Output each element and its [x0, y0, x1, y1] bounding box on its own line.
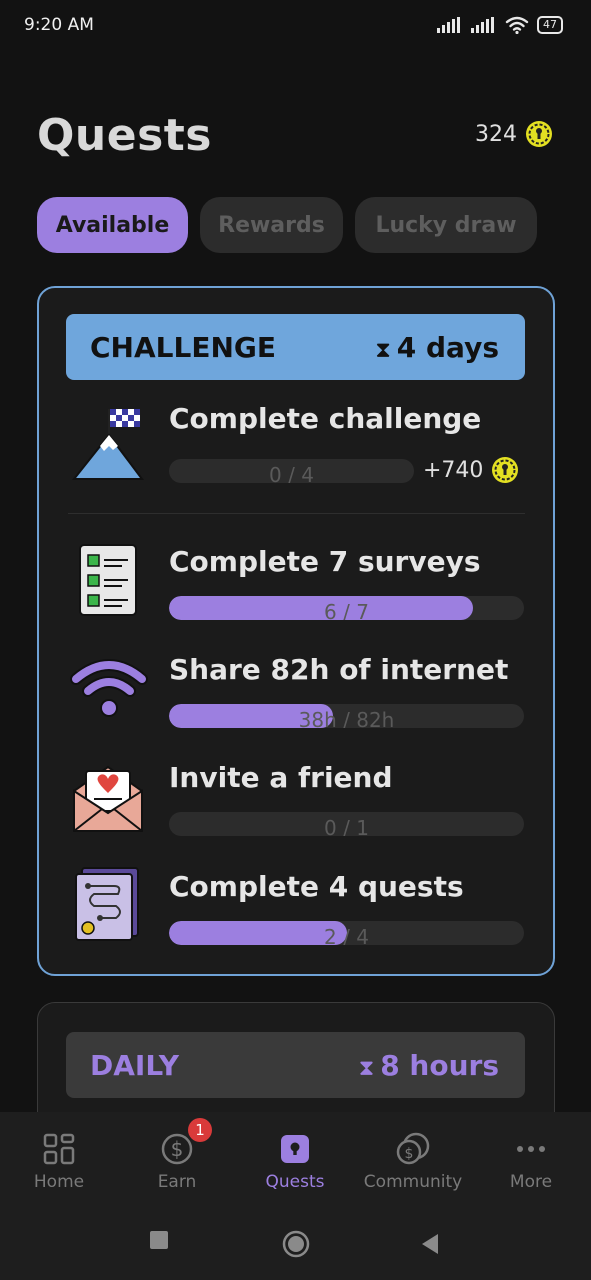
quests-icon	[281, 1135, 309, 1163]
quest-progress-bar: 38h / 82h	[169, 704, 524, 728]
notification-badge: 1	[188, 1118, 212, 1142]
home-grid-icon	[43, 1133, 75, 1165]
progress-label: 0 / 4	[269, 463, 314, 483]
coin-icon	[525, 120, 553, 148]
challenge-timer: ⧗ 4 days	[375, 331, 499, 364]
svg-text:$: $	[171, 1137, 184, 1161]
nav-label: More	[509, 1172, 553, 1192]
nav-label: Home	[33, 1172, 85, 1192]
more-icon	[517, 1146, 545, 1152]
map-book-icon	[75, 867, 139, 941]
tab-available[interactable]: Available	[37, 197, 188, 253]
daily-time-left: 8 hours	[380, 1048, 499, 1082]
wifi-status-icon	[505, 16, 529, 34]
dollar-icon: $	[161, 1133, 193, 1165]
quest-progress-bar: 0 / 1	[169, 812, 524, 836]
status-time: 9:20 AM	[24, 15, 94, 35]
recents-button[interactable]	[149, 1230, 169, 1250]
nav-home[interactable]: Home	[0, 1130, 118, 1192]
nav-more[interactable]: More	[472, 1130, 590, 1192]
coin-balance-value: 324	[475, 121, 517, 147]
nav-label: Quests	[265, 1172, 325, 1192]
nav-quests[interactable]: Quests	[236, 1130, 354, 1192]
battery-icon: 47	[537, 16, 563, 34]
tab-lucky-draw[interactable]: Lucky draw	[355, 197, 537, 253]
community-icon: $	[396, 1132, 430, 1165]
challenge-time-left: 4 days	[396, 330, 499, 364]
quest-progress-bar: 2 / 4	[169, 921, 524, 945]
challenge-reward: +740	[423, 456, 519, 484]
envelope-heart-icon	[73, 765, 143, 832]
quest-title: Complete 4 quests	[169, 870, 464, 903]
home-button[interactable]	[282, 1230, 310, 1258]
coin-balance[interactable]: 324	[475, 120, 553, 148]
daily-timer: ⧗ 8 hours	[359, 1049, 499, 1082]
challenge-label: CHALLENGE	[90, 330, 277, 364]
progress-label: 6 / 7	[324, 600, 369, 620]
progress-label: 38h / 82h	[298, 708, 395, 728]
daily-header: DAILY ⧗ 8 hours	[66, 1032, 525, 1098]
progress-label: 2 / 4	[324, 925, 369, 945]
signal-icon	[471, 17, 494, 33]
tab-bar: Available Rewards Lucky draw	[37, 197, 537, 253]
divider	[68, 513, 525, 514]
quest-title: Complete 7 surveys	[169, 545, 481, 578]
tab-rewards[interactable]: Rewards	[200, 197, 343, 253]
reward-value: +740	[423, 457, 484, 483]
challenge-main-progress-bar: 0 / 4	[169, 459, 414, 483]
quest-title: Share 82h of internet	[169, 653, 509, 686]
challenge-main-title: Complete challenge	[169, 402, 482, 435]
challenge-header: CHALLENGE ⧗ 4 days	[66, 314, 525, 380]
wifi-icon	[70, 659, 148, 717]
signal-icon	[437, 17, 460, 33]
nav-label: Earn	[157, 1172, 197, 1192]
quest-title: Invite a friend	[169, 761, 393, 794]
svg-text:$: $	[405, 1146, 414, 1162]
back-button[interactable]	[420, 1233, 440, 1255]
mountain-flag-icon	[72, 409, 144, 480]
daily-label: DAILY	[90, 1048, 180, 1082]
status-icons: 47	[437, 16, 563, 34]
page-title: Quests	[37, 110, 212, 161]
hourglass-icon: ⧗	[375, 337, 391, 363]
quest-progress-bar: 6 / 7	[169, 596, 524, 620]
nav-community[interactable]: $ Community	[354, 1130, 472, 1192]
progress-label: 0 / 1	[324, 816, 369, 836]
coin-icon	[492, 457, 519, 483]
nav-label: Community	[363, 1172, 463, 1192]
checklist-icon	[79, 544, 137, 616]
nav-earn[interactable]: $ 1 Earn	[118, 1118, 236, 1192]
hourglass-icon: ⧗	[358, 1055, 375, 1081]
